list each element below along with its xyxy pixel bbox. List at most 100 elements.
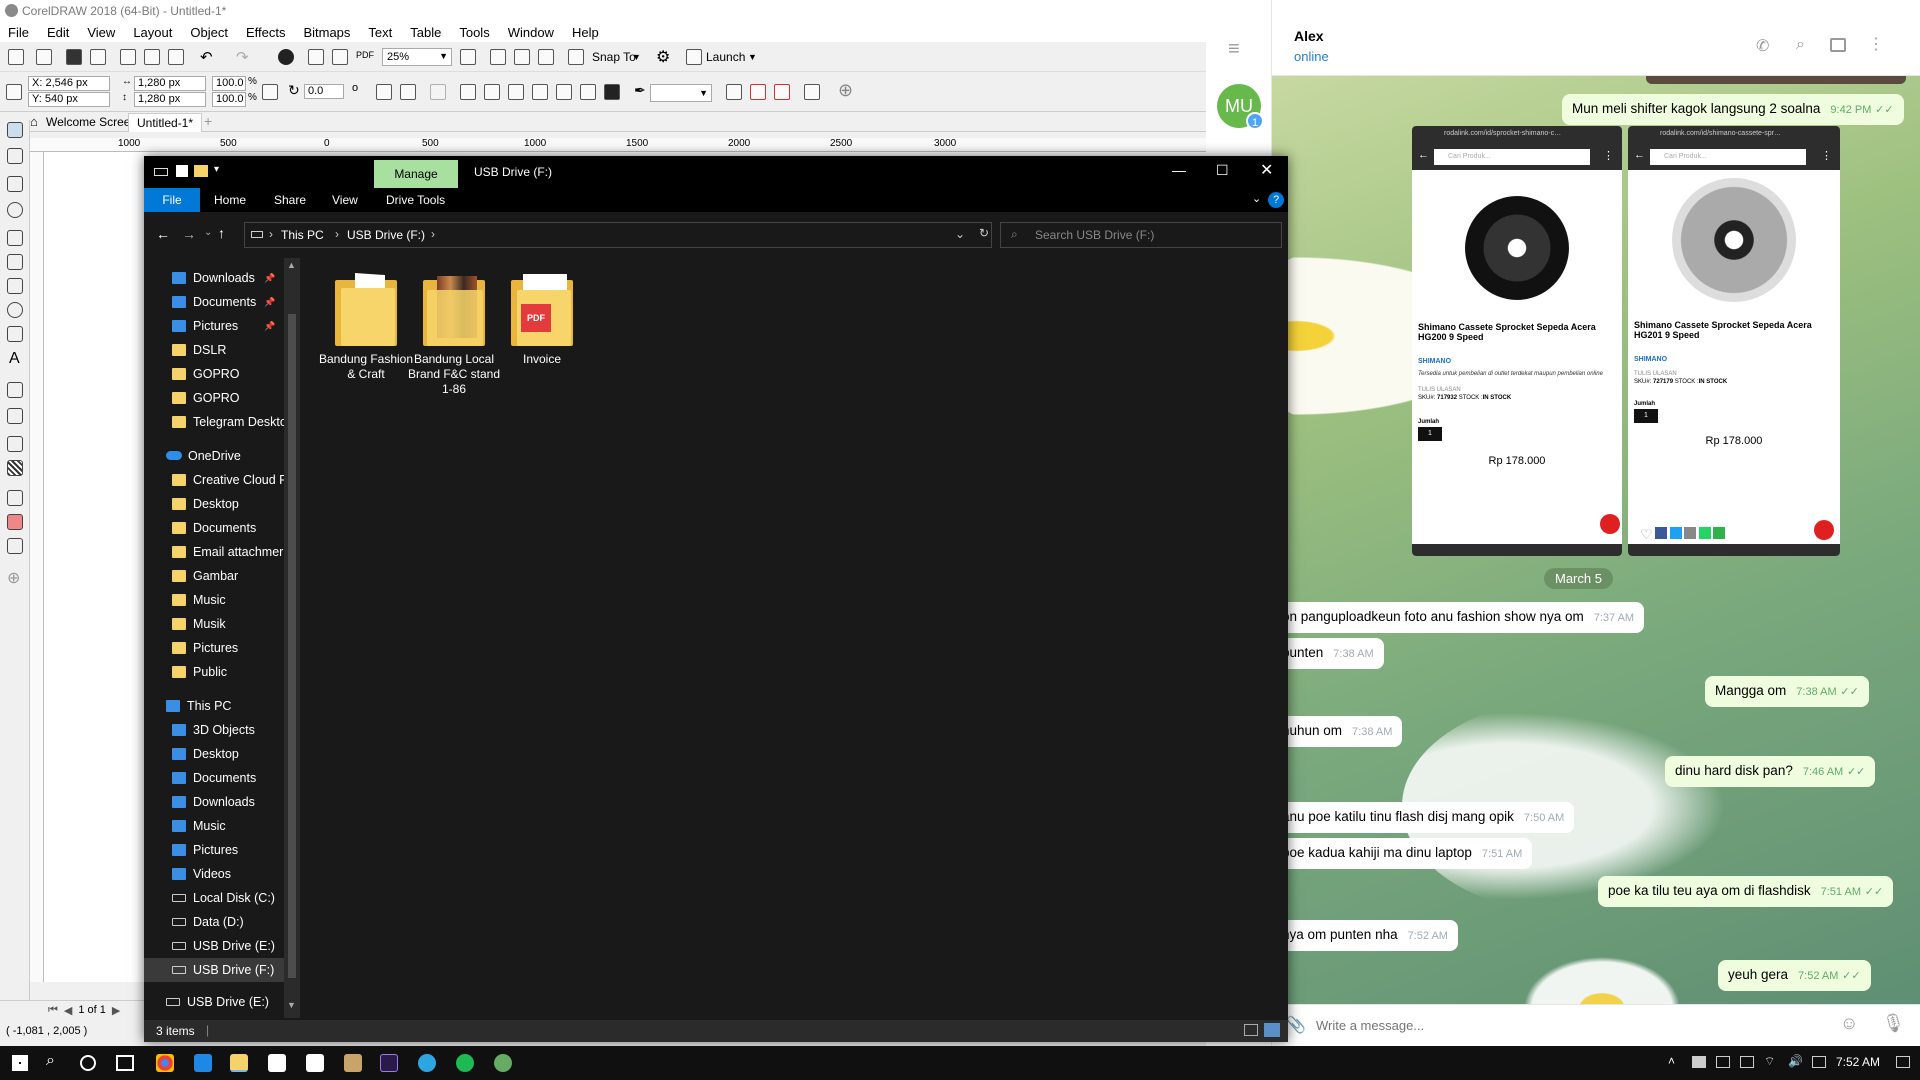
menu-file[interactable]: File: [8, 25, 29, 40]
search-icon[interactable]: ⌕: [46, 1052, 55, 1070]
search-box[interactable]: ⌕ Search USB Drive (F:): [1000, 222, 1282, 248]
minimize-icon[interactable]: —: [1172, 162, 1186, 178]
address-bar[interactable]: › This PC › USB Drive (F:) › ⌄ ↻: [244, 222, 992, 248]
show-guidelines-icon[interactable]: [538, 49, 554, 65]
nav-item[interactable]: Music: [144, 588, 284, 612]
telegram-taskbar-icon[interactable]: [418, 1054, 436, 1072]
show-grid-icon[interactable]: [514, 49, 530, 65]
nav-item[interactable]: This PC: [144, 694, 284, 718]
corel-app-icon[interactable]: [494, 1054, 512, 1072]
snap-to-icon[interactable]: [568, 49, 584, 65]
add-icon[interactable]: ⊕: [838, 80, 853, 101]
maximize-icon[interactable]: ☐: [1216, 162, 1229, 179]
rectangle-tool-icon[interactable]: [7, 278, 23, 294]
menu-edit[interactable]: Edit: [47, 25, 69, 40]
nav-item[interactable]: Documents: [144, 516, 284, 540]
scale-height-field[interactable]: 100.0: [212, 92, 246, 107]
pin-icon[interactable]: 📌: [264, 266, 275, 290]
menu-bitmaps[interactable]: Bitmaps: [303, 25, 350, 40]
menu-effects[interactable]: Effects: [246, 25, 286, 40]
align-icon[interactable]: [726, 84, 742, 100]
nav-item[interactable]: Telegram Deskto: [144, 410, 284, 434]
zoom-tool-icon[interactable]: [7, 202, 23, 218]
pick-tool-icon[interactable]: [7, 122, 23, 138]
create-boundary-icon[interactable]: [604, 84, 620, 100]
message-outgoing[interactable]: dinu hard disk pan? 7:46 AM ✓✓: [1665, 756, 1876, 787]
next-page-icon[interactable]: ▶: [112, 1004, 120, 1017]
nav-item[interactable]: 3D Objects: [144, 718, 284, 742]
nav-item[interactable]: USB Drive (E:): [144, 934, 284, 958]
drop-shadow-tool-icon[interactable]: [7, 436, 23, 452]
details-view-icon[interactable]: [1244, 1024, 1258, 1036]
power-tray-icon[interactable]: [1740, 1056, 1754, 1068]
cortana-icon[interactable]: [80, 1055, 96, 1071]
menu-help[interactable]: Help: [572, 25, 599, 40]
folder-item[interactable]: Bandung Local Brand F&C stand 1-86: [404, 274, 504, 397]
message-incoming[interactable]: nuhun om 7:38 AM: [1272, 716, 1403, 747]
print-icon[interactable]: [90, 49, 106, 65]
previous-image-bottom[interactable]: [1646, 76, 1906, 84]
menu-tools[interactable]: Tools: [459, 25, 489, 40]
store-icon[interactable]: [268, 1054, 286, 1072]
nav-item[interactable]: GOPRO: [144, 362, 284, 386]
cut-icon[interactable]: [120, 49, 136, 65]
phone-icon[interactable]: ✆: [1756, 36, 1769, 56]
nav-item[interactable]: Public: [144, 660, 284, 684]
nav-item[interactable]: Desktop: [144, 492, 284, 516]
nav-item[interactable]: OneDrive: [144, 444, 284, 468]
folder-item[interactable]: PDF Invoice: [492, 274, 592, 367]
nav-item[interactable]: DSLR: [144, 338, 284, 362]
more-options-icon[interactable]: ⋮: [1868, 34, 1884, 54]
mail-icon[interactable]: [306, 1054, 324, 1072]
ribbon-tab-file[interactable]: File: [144, 188, 200, 212]
new-folder-icon[interactable]: [194, 165, 208, 177]
start-windows-icon[interactable]: [12, 1055, 28, 1071]
lock-ratio-icon[interactable]: [262, 84, 278, 100]
ribbon-tab-drive-tools[interactable]: Drive Tools: [386, 193, 445, 207]
weld-icon[interactable]: [460, 84, 476, 100]
chevron-down-icon[interactable]: ▼: [748, 52, 757, 62]
large-icons-view-icon[interactable]: [1264, 1023, 1280, 1037]
mirror-horizontal-icon[interactable]: [376, 84, 392, 100]
folder-item[interactable]: Bandung Fashion & Craft: [316, 272, 416, 382]
message-incoming[interactable]: nya om punten nha 7:52 AM: [1272, 920, 1458, 951]
smart-fill-tool-icon[interactable]: [7, 538, 23, 554]
microphone-icon[interactable]: 🎙: [1882, 1013, 1905, 1034]
coreldraw-taskbar-icon[interactable]: [344, 1054, 362, 1072]
after-effects-icon[interactable]: [380, 1054, 398, 1072]
nav-item[interactable]: Documents: [144, 766, 284, 790]
first-page-icon[interactable]: ⏮: [48, 1004, 58, 1017]
task-view-icon[interactable]: [116, 1055, 134, 1071]
artistic-media-tool-icon[interactable]: [7, 254, 23, 270]
message-outgoing[interactable]: poe ka tilu teu aya om di flashdisk 7:51 …: [1598, 876, 1894, 907]
action-tray-icon[interactable]: [1716, 1056, 1730, 1068]
parallel-dimension-tool-icon[interactable]: [7, 382, 23, 398]
onedrive-tray-icon[interactable]: [1692, 1056, 1706, 1068]
pin-icon[interactable]: 📌: [264, 314, 275, 338]
simplify-icon[interactable]: [532, 84, 548, 100]
avatar[interactable]: MU 1: [1217, 84, 1264, 130]
chrome-icon[interactable]: [156, 1054, 174, 1072]
forward-arrow-icon[interactable]: →: [182, 226, 196, 242]
y-position-field[interactable]: Y: 540 px: [28, 92, 110, 107]
menu-text[interactable]: Text: [368, 25, 392, 40]
nav-item[interactable]: USB Drive (F:): [144, 958, 284, 982]
undo-icon[interactable]: ↶: [200, 48, 213, 66]
width-field[interactable]: 1,280 px: [134, 76, 206, 91]
ungroup-icon[interactable]: [774, 84, 790, 100]
save-icon[interactable]: [66, 49, 82, 65]
file-explorer-icon[interactable]: [230, 1054, 248, 1072]
corel-connect-icon[interactable]: [278, 49, 294, 65]
redo-icon[interactable]: ↷: [236, 48, 249, 66]
nav-item[interactable]: Music: [144, 814, 284, 838]
paste-icon[interactable]: [168, 49, 184, 65]
front-minus-back-icon[interactable]: [556, 84, 572, 100]
help-icon[interactable]: ?: [1268, 192, 1284, 208]
show-rulers-icon[interactable]: [490, 49, 506, 65]
properties-icon[interactable]: [176, 165, 188, 177]
emoji-icon[interactable]: ☺: [1840, 1013, 1858, 1034]
message-incoming[interactable]: anu poe katilu tinu flash disj mang opik…: [1272, 802, 1575, 833]
message-incoming[interactable]: on panguploadkeun foto anu fashion show …: [1272, 602, 1645, 633]
rotation-field[interactable]: 0.0: [304, 84, 344, 99]
manage-tab[interactable]: Manage: [374, 160, 458, 188]
